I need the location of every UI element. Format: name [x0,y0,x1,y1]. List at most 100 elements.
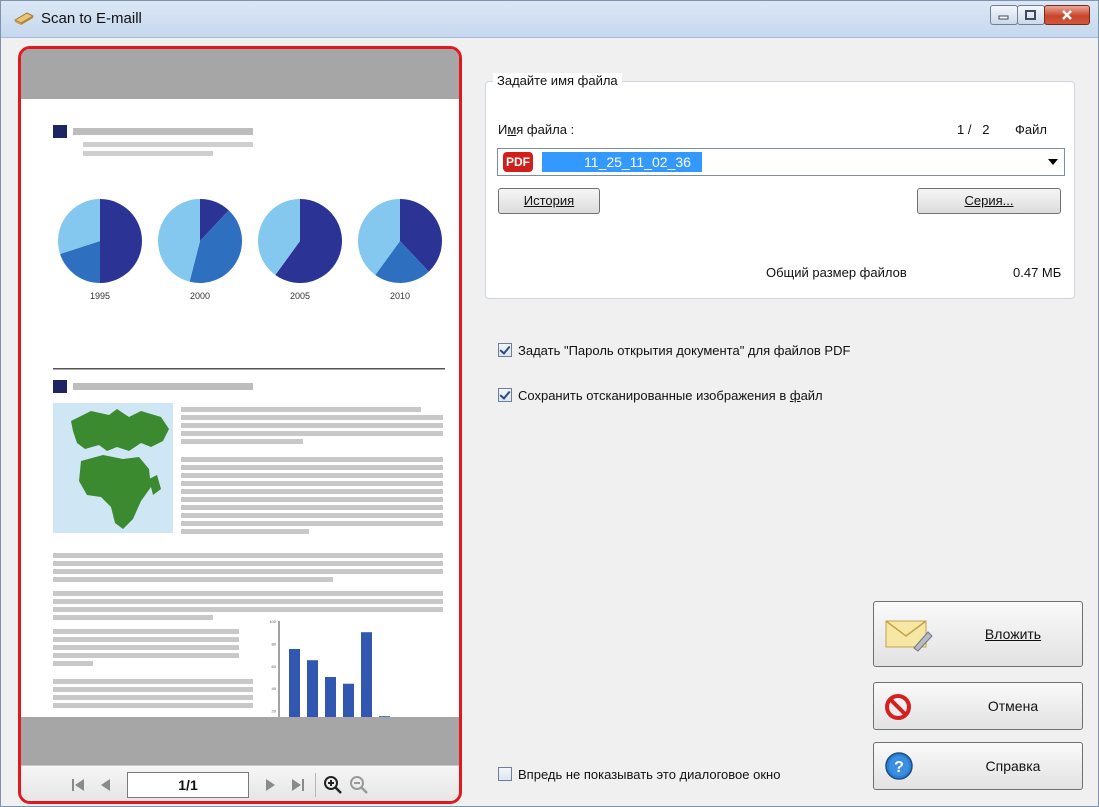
minimize-button[interactable] [990,5,1018,25]
text-line [53,645,239,650]
filename-group-legend: Задайте имя файла [493,73,622,88]
first-page-button[interactable] [67,774,89,796]
help-icon: ? [885,752,913,780]
text-line [53,591,443,596]
close-button[interactable] [1044,5,1090,25]
text-line [181,423,443,428]
total-size-value: 0.47 МБ [1013,265,1062,280]
text-line [181,407,421,412]
bar [361,632,372,717]
help-label: Справка [985,758,1041,774]
text-line [181,473,443,478]
zoom-out-button[interactable] [348,774,370,796]
text-line [53,553,443,558]
text-line [181,465,443,470]
window-title: Scan to E-maill [41,10,142,27]
text-line [53,687,253,692]
total-size-label: Общий размер файлов [766,265,907,280]
bar-axis-tick: 40 [272,686,277,691]
bar [289,649,300,717]
filename-input[interactable]: 11_25_11_02_36 [542,152,702,172]
text-line [181,439,303,444]
bar [325,677,336,717]
preview-top-margin [21,49,459,99]
scan-preview-pane: 1995200020052010 100806040200 1/1 [18,46,462,804]
text-line [53,653,239,658]
pdf-icon: PDF [503,152,533,172]
dont-show-option[interactable]: Впредь не показывать это диалоговое окно [498,765,780,783]
file-unit-label: Файл [1015,122,1047,137]
text-line [53,679,253,684]
text-line [181,489,443,494]
last-page-button[interactable] [287,774,309,796]
prohibit-icon [885,694,911,720]
text-line [53,577,333,582]
filename-label: Имя файла : [498,122,575,137]
last-page-icon [292,779,304,791]
scanner-icon [13,12,35,25]
maximize-icon [1025,10,1036,20]
next-page-icon [266,779,275,791]
history-button[interactable]: История [498,188,600,214]
title-bar: Scan to E-maill [1,1,1098,38]
save-images-label: Сохранить отсканированные изображения в … [518,387,823,403]
text-line [53,607,443,612]
bar [343,683,354,717]
zoom-out-icon [350,776,368,794]
next-page-button[interactable] [259,774,281,796]
save-images-option[interactable]: Сохранить отсканированные изображения в … [498,386,823,404]
bar-axis-tick: 60 [272,664,277,669]
pie-year-label: 2000 [190,291,210,301]
bar-axis-tick: 100 [269,619,276,624]
text-line [181,431,443,436]
zoom-in-icon [324,776,342,794]
prev-page-icon [101,779,110,791]
page-indicator[interactable]: 1/1 [127,772,249,798]
zoom-in-button[interactable] [322,774,344,796]
text-line [53,569,443,574]
cancel-label: Отмена [987,698,1039,714]
scanned-page-image: 1995200020052010 100806040200 [53,125,445,717]
svg-text:?: ? [894,759,904,776]
text-line [181,505,443,510]
bar-axis-tick: 80 [272,641,277,646]
help-button[interactable]: ? Справка [873,742,1083,790]
text-line [53,695,253,700]
save-images-checkbox[interactable] [498,388,512,402]
text-line [181,497,443,502]
pie-year-label: 2005 [290,291,310,301]
minimize-icon [998,15,1009,20]
close-icon [1062,10,1072,20]
text-line [181,521,443,526]
dont-show-label: Впредь не показывать это диалоговое окно [518,766,781,782]
pie-year-label: 2010 [390,291,410,301]
prev-page-button[interactable] [95,774,117,796]
scan-to-email-window: Scan to E-maill 1995 2000 2005 2010 100 … [0,0,1099,807]
series-button[interactable]: Серия... [917,188,1061,214]
text-line [53,599,443,604]
pdf-password-option[interactable]: Задать "Пароль открытия документа" для ф… [498,341,850,359]
text-line [53,561,443,566]
attach-label: Вложить [984,626,1042,642]
text-line [181,415,443,420]
pdf-password-label: Задать "Пароль открытия документа" для ф… [518,342,851,358]
dont-show-checkbox[interactable] [498,767,512,781]
text-line [53,629,239,634]
pdf-password-checkbox[interactable] [498,343,512,357]
chevron-down-icon[interactable] [1048,159,1058,165]
text-line [181,481,443,486]
text-line [181,457,443,462]
pie-year-label: 1995 [90,291,110,301]
filename-combobox[interactable]: PDF 11_25_11_02_36 [497,148,1065,176]
pie-slice [100,199,142,283]
attach-button[interactable]: Вложить [873,601,1083,667]
preview-bottom-margin [21,717,459,765]
maximize-button[interactable] [1017,5,1045,25]
cancel-button[interactable]: Отмена [873,682,1083,730]
first-page-icon [72,779,84,791]
pie-charts: 1995 2000 2005 2010 [58,199,442,301]
file-counter: 1 / 2 [957,122,990,137]
text-line [53,703,253,708]
text-line [53,615,213,620]
envelope-icon [885,620,933,652]
